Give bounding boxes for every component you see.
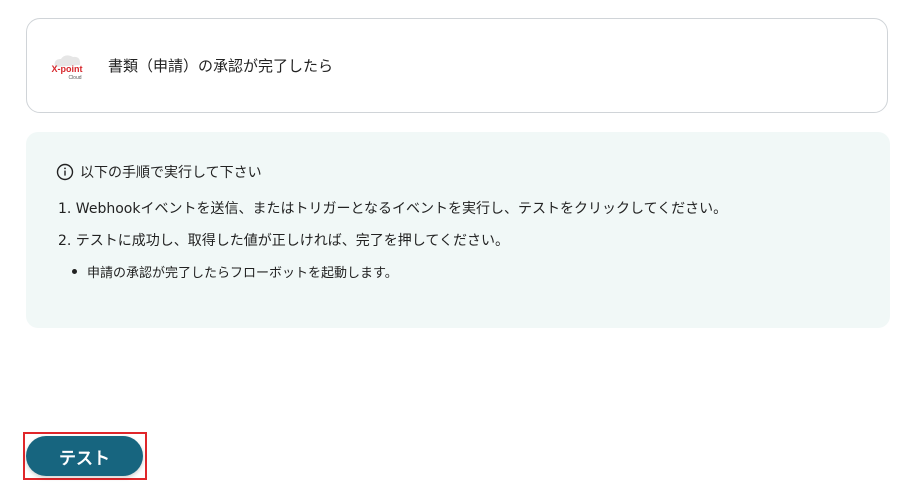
trigger-title: 書類（申請）の承認が完了したら [108, 57, 334, 75]
xpoint-cloud-logo: X-point Cloud [52, 55, 83, 81]
trigger-card: X-point Cloud 書類（申請）の承認が完了したら [26, 18, 888, 113]
bullet-text: 申請の承認が完了したらフローボットを起動します。 [87, 266, 398, 281]
instructions-title: 以下の手順で実行して下さい [80, 165, 262, 181]
svg-text:Cloud: Cloud [68, 75, 81, 81]
instruction-step-1: 1. Webhookイベントを送信、またはトリガーとなるイベントを実行し、テスト… [58, 201, 728, 217]
info-circle-icon [56, 163, 74, 181]
instruction-bullet: 申請の承認が完了したらフローボットを起動します。 [72, 262, 398, 281]
test-button[interactable]: テスト [26, 436, 143, 476]
instructions-heading: 以下の手順で実行して下さい [56, 162, 262, 182]
bullet-dot [72, 269, 77, 274]
instruction-step-2: 2. テストに成功し、取得した値が正しければ、完了を押してください。 [58, 233, 509, 249]
svg-text:X-point: X-point [52, 64, 83, 74]
instructions-panel: 以下の手順で実行して下さい 1. Webhookイベントを送信、またはトリガーと… [26, 132, 890, 328]
